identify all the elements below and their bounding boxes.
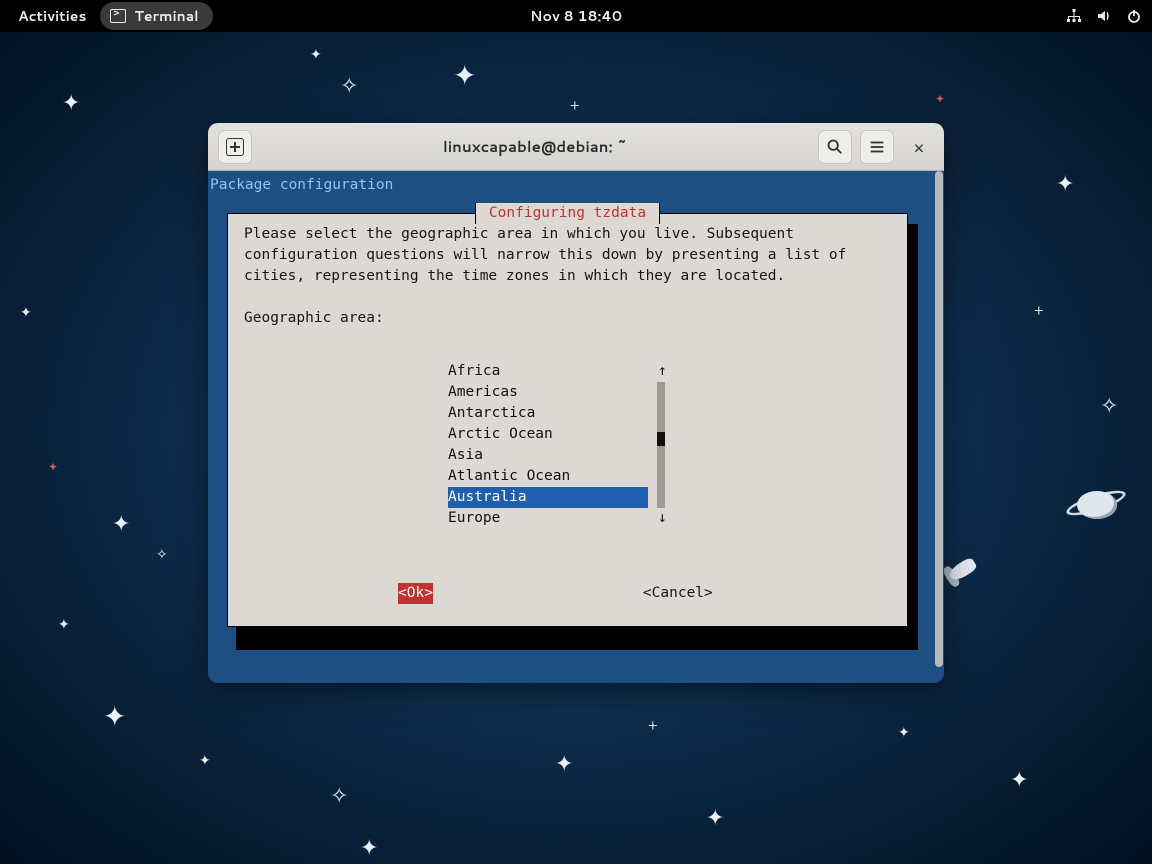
cancel-button[interactable]: <Cancel>	[643, 583, 713, 604]
star-decor: ✦	[935, 90, 945, 107]
window-title: linuxcapable@debian: ~	[252, 136, 818, 157]
star-decor: ✧	[330, 780, 348, 811]
star-decor: ✧	[340, 70, 358, 101]
terminal-viewport[interactable]: Package configuration Configuring tzdata…	[208, 171, 934, 683]
star-decor: ✧	[1100, 390, 1118, 421]
star-decor: ✦	[555, 748, 573, 779]
list-item[interactable]: Asia	[448, 445, 648, 466]
star-decor: +	[648, 715, 658, 735]
ok-button[interactable]: <Ok>	[398, 583, 433, 604]
terminal-icon	[110, 9, 126, 23]
star-decor: ✦	[199, 750, 211, 770]
plus-icon	[226, 138, 244, 156]
list-item[interactable]: Atlantic Ocean	[448, 466, 648, 487]
star-decor: ✦	[898, 722, 910, 742]
gnome-topbar: Activities Terminal Nov 8 18:40	[0, 0, 1152, 32]
scrollbar-thumb[interactable]	[657, 432, 665, 446]
star-decor: ✦	[360, 832, 378, 863]
list-item[interactable]: Australia	[448, 487, 648, 508]
hamburger-menu-button[interactable]	[860, 130, 894, 164]
new-tab-button[interactable]	[218, 130, 252, 164]
clock[interactable]: Nov 8 18:40	[530, 6, 622, 26]
dialog-body-text: Please select the geographic area in whi…	[228, 214, 907, 287]
active-app-label: Terminal	[134, 6, 198, 26]
tzdata-dialog: Configuring tzdata Please select the geo…	[227, 213, 908, 627]
close-button[interactable]: ×	[902, 130, 936, 164]
volume-icon[interactable]	[1096, 8, 1112, 24]
planet-decor	[1065, 485, 1127, 523]
package-config-header: Package configuration	[208, 171, 934, 196]
field-label: Geographic area:	[228, 287, 907, 329]
scroll-down-arrow[interactable]: ↓	[658, 508, 667, 529]
close-icon: ×	[913, 134, 924, 160]
dialog-title: Configuring tzdata	[475, 203, 660, 224]
star-decor: ✦	[20, 302, 32, 322]
star-decor: ✦	[62, 87, 80, 118]
star-decor: ✦	[48, 458, 58, 475]
terminal-scrollbar[interactable]	[934, 171, 944, 679]
star-decor: ✦	[112, 508, 130, 539]
window-titlebar: linuxcapable@debian: ~ ×	[208, 123, 944, 171]
power-icon[interactable]	[1126, 8, 1142, 24]
list-item[interactable]: Arctic Ocean	[448, 424, 648, 445]
list-scrollbar[interactable]	[657, 382, 665, 508]
star-decor: +	[1034, 300, 1044, 320]
star-decor: ✦	[103, 696, 126, 736]
star-decor: ✦	[310, 44, 322, 64]
list-item[interactable]: Americas	[448, 382, 648, 403]
list-item[interactable]: Antarctica	[448, 403, 648, 424]
terminal-window: linuxcapable@debian: ~ × Package configu…	[208, 123, 944, 683]
activities-button[interactable]: Activities	[10, 2, 94, 30]
star-decor: ✦	[453, 55, 476, 95]
active-app-button[interactable]: Terminal	[100, 2, 212, 30]
star-decor: ✦	[1010, 764, 1028, 795]
scroll-up-arrow[interactable]: ↑	[658, 361, 667, 382]
search-icon	[826, 138, 844, 156]
list-item[interactable]: Africa	[448, 361, 648, 382]
list-item[interactable]: Europe	[448, 508, 648, 529]
search-button[interactable]	[818, 130, 852, 164]
terminal-scrollbar-thumb[interactable]	[935, 171, 943, 667]
hamburger-icon	[868, 138, 886, 156]
star-decor: ✦	[1056, 168, 1074, 199]
star-decor: ✦	[706, 802, 724, 833]
geographic-area-list[interactable]: ↑ AfricaAmericasAntarcticaArctic OceanAs…	[448, 361, 648, 529]
star-decor: +	[570, 95, 580, 115]
network-icon[interactable]	[1066, 8, 1082, 24]
star-decor: ✦	[58, 614, 70, 634]
star-decor: ✧	[156, 544, 168, 564]
